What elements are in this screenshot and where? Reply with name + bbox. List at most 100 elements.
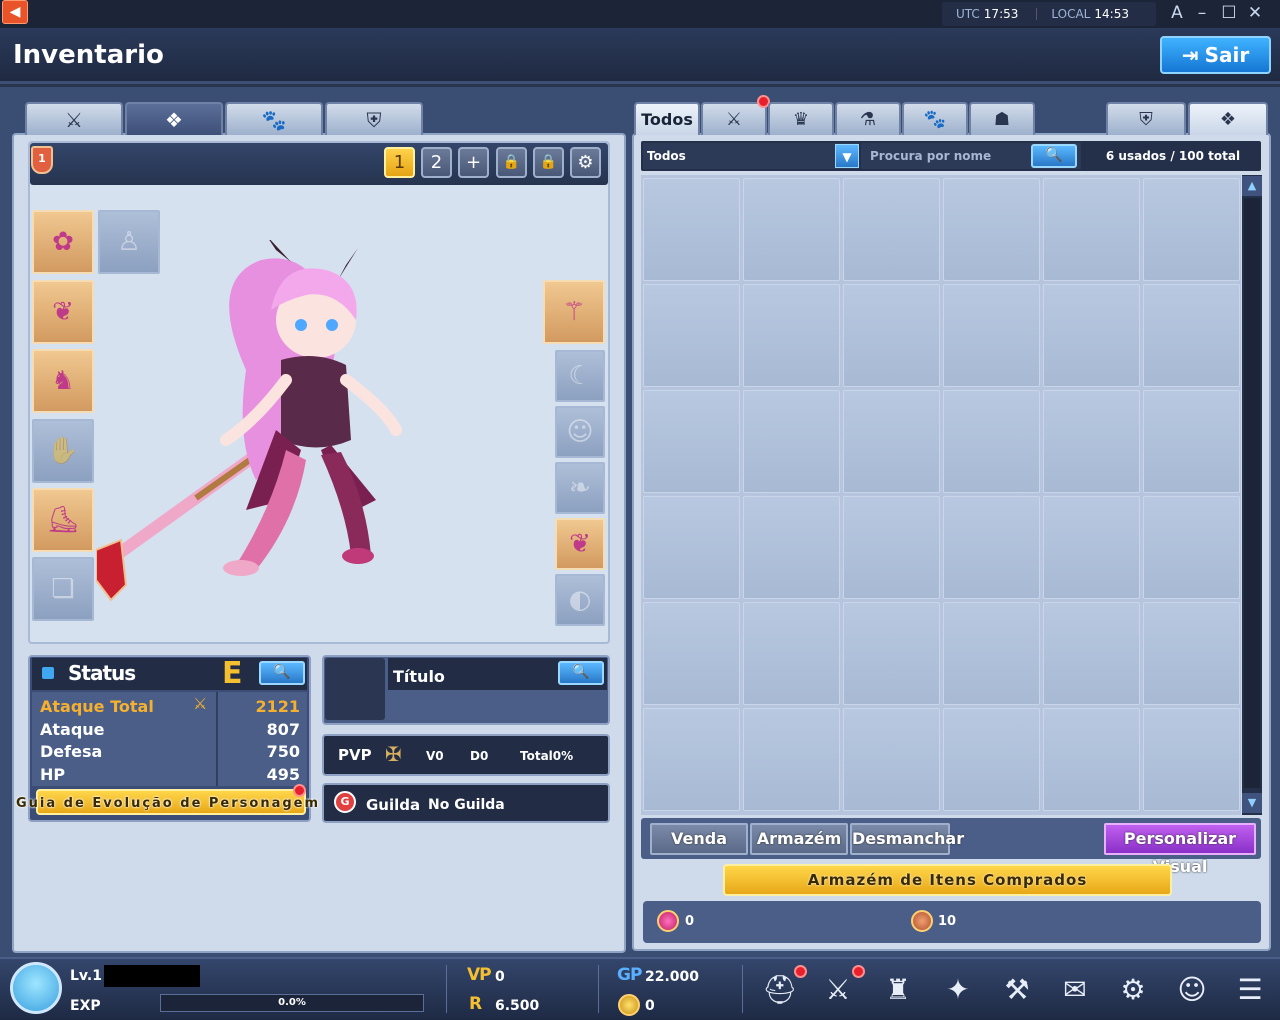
equip-slot-accessory-3[interactable]: ❧ [555, 462, 605, 514]
bottom-divider [446, 965, 447, 1013]
inventory-slot[interactable] [743, 496, 840, 599]
inventory-slot[interactable] [1043, 284, 1140, 387]
tab-accessories[interactable]: ♛ [768, 102, 834, 135]
scroll-up-button[interactable]: ▲ [1242, 176, 1262, 196]
inventory-slot[interactable] [643, 284, 740, 387]
equip-slot-weapon[interactable]: ⚚ [543, 280, 605, 344]
inventory-slot[interactable] [1043, 390, 1140, 493]
equip-slot-accessory-4[interactable]: ◐ [555, 574, 605, 626]
dismantle-button[interactable]: Desmanchar [850, 823, 964, 855]
customize-visual-button[interactable]: Personalizar Visual [1104, 823, 1256, 876]
inventory-slot[interactable] [1143, 284, 1240, 387]
equip-slot-cape[interactable]: ❏ [32, 557, 94, 621]
inventory-slot[interactable] [743, 602, 840, 705]
inventory-slot[interactable] [943, 708, 1040, 811]
inventory-slot[interactable] [843, 178, 940, 281]
store-button[interactable]: Armazém [750, 823, 848, 855]
tab-defense[interactable]: ⛨ [1106, 102, 1186, 135]
inventory-slot[interactable] [743, 284, 840, 387]
tab-consumables[interactable]: ⚗ [835, 102, 901, 135]
inventory-slot[interactable] [1143, 178, 1240, 281]
inventory-slot[interactable] [643, 708, 740, 811]
search-button[interactable]: 🔍 [1031, 144, 1077, 168]
inventory-slot[interactable] [743, 178, 840, 281]
inventory-slot[interactable] [1143, 708, 1240, 811]
pvp-rank-icon: ✠ [385, 742, 402, 766]
inventory-slot[interactable] [743, 708, 840, 811]
inventory-slot[interactable] [643, 602, 740, 705]
inventory-slot[interactable] [643, 390, 740, 493]
inventory-slot[interactable] [643, 178, 740, 281]
equip-slot-accessory-2[interactable]: ☺ [555, 406, 605, 458]
equip-slot-shoes[interactable]: ⛸ [32, 488, 94, 552]
tab-defense-equip[interactable]: ⛨ [325, 102, 423, 135]
character-menu-icon[interactable]: ☺ [1170, 968, 1214, 1012]
tab-all[interactable]: Todos [634, 102, 700, 135]
close-window-button[interactable]: ✕ [1243, 1, 1267, 25]
avatar[interactable] [10, 962, 62, 1014]
inventory-slot[interactable] [943, 390, 1040, 493]
gear-icon[interactable]: ⚙ [570, 147, 601, 178]
tab-weapons[interactable]: ⚔ [701, 102, 767, 135]
font-size-button[interactable]: A [1165, 1, 1189, 25]
tab-costumes[interactable]: ❖ [1188, 102, 1268, 135]
equip-slot-top[interactable]: ❦ [32, 280, 94, 344]
purchased-items-storage-button[interactable]: Armazém de Itens Comprados [723, 864, 1172, 896]
inventory-slot[interactable] [943, 284, 1040, 387]
inventory-slot[interactable] [1043, 178, 1140, 281]
quest-menu-icon[interactable]: ♜ [876, 968, 920, 1012]
guild-menu-icon[interactable]: ⚙ [1111, 968, 1155, 1012]
title-emblem-slot[interactable] [325, 658, 385, 720]
inventory-slot[interactable] [1043, 708, 1140, 811]
inventory-slot[interactable] [943, 602, 1040, 705]
event-menu-icon[interactable]: ✦ [936, 968, 980, 1012]
inventory-slot[interactable] [843, 708, 940, 811]
tab-materials[interactable]: ☗ [969, 102, 1035, 135]
inventory-slot[interactable] [1143, 602, 1240, 705]
title-search-button[interactable]: 🔍 [558, 661, 604, 685]
exit-label: Sair [1204, 43, 1250, 67]
chevron-down-icon[interactable]: ▼ [835, 144, 859, 168]
tab-weapon-equip[interactable]: ⚔ [25, 102, 123, 135]
equip-slot-accessory-1[interactable]: ☾ [555, 350, 605, 402]
category-dropdown[interactable]: Todos [643, 143, 858, 169]
inventory-slot[interactable] [1043, 602, 1140, 705]
craft-menu-icon[interactable]: ⚒ [995, 968, 1039, 1012]
inventory-slot[interactable] [643, 496, 740, 599]
inventory-slot[interactable] [943, 178, 1040, 281]
tab-costume-equip[interactable]: ❖ [125, 102, 223, 135]
preset-2-button[interactable]: 2 [421, 147, 452, 178]
collection-menu-icon[interactable]: ✉ [1053, 968, 1097, 1012]
lock-icon[interactable]: 🔒 [533, 147, 564, 178]
page-title: Inventario [13, 40, 164, 70]
cape-icon: ❏ [51, 574, 75, 604]
tab-pet-equip[interactable]: 🐾 [225, 102, 323, 135]
add-preset-button[interactable]: + [458, 147, 489, 178]
equip-slot-hair[interactable]: ✿ [32, 210, 94, 274]
notification-dot [852, 965, 865, 978]
lock-icon[interactable]: 🔒 [496, 147, 527, 178]
inventory-slot[interactable] [743, 390, 840, 493]
inventory-slot[interactable] [843, 496, 940, 599]
exit-button[interactable]: ⇥ Sair [1160, 36, 1271, 74]
inventory-slot[interactable] [1143, 496, 1240, 599]
maximize-button[interactable]: ☐ [1217, 1, 1241, 25]
inventory-slot[interactable] [943, 496, 1040, 599]
sell-button[interactable]: Venda [650, 823, 748, 855]
tab-pets[interactable]: 🐾 [902, 102, 968, 135]
scroll-down-button[interactable]: ▼ [1242, 793, 1262, 813]
equip-slot-bottom[interactable]: ♞ [32, 349, 94, 413]
inventory-slot[interactable] [1043, 496, 1140, 599]
bag-icon: ☗ [993, 109, 1011, 130]
equip-slot-wings[interactable]: ❦ [555, 518, 605, 570]
status-detail-button[interactable]: 🔍 [259, 661, 305, 685]
hamburger-menu-icon[interactable]: ☰ [1228, 968, 1272, 1012]
inventory-slot[interactable] [1143, 390, 1240, 493]
scrollbar-thumb[interactable] [1244, 198, 1260, 788]
minimize-button[interactable]: – [1190, 1, 1214, 25]
inventory-slot[interactable] [843, 284, 940, 387]
inventory-slot[interactable] [843, 390, 940, 493]
preset-1-button[interactable]: 1 [384, 147, 415, 178]
equip-slot-gloves[interactable]: ✋ [32, 419, 94, 483]
inventory-slot[interactable] [843, 602, 940, 705]
